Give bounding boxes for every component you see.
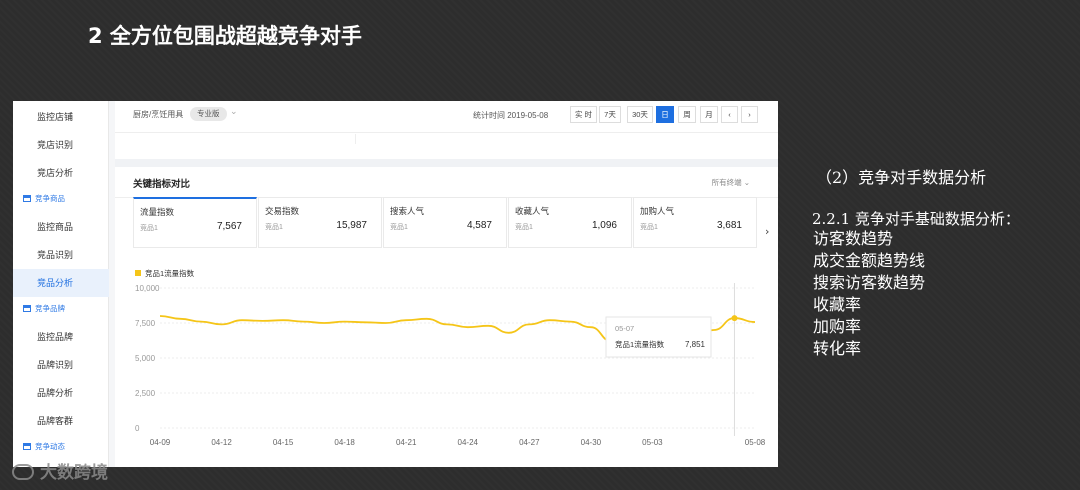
analysis-item: 转化率 — [813, 339, 862, 358]
section-gap — [115, 159, 778, 167]
y-tick-label: 5,000 — [135, 354, 156, 363]
x-tick-label: 04-09 — [150, 438, 171, 447]
sidebar-item-5[interactable]: 竞品识别 — [13, 241, 109, 269]
x-tick-label: 05-08 — [745, 438, 766, 447]
pro-version-tag[interactable]: 专业版 — [190, 107, 227, 121]
analysis-item: 收藏率 — [813, 295, 862, 314]
time-range-button[interactable]: 实 时 — [570, 106, 597, 123]
tooltip-point — [731, 315, 738, 322]
building-icon — [23, 305, 31, 312]
stat-time-label: 统计时间 2019-05-08 — [473, 111, 549, 120]
x-tick-label: 04-18 — [334, 438, 355, 447]
x-tick-label: 04-15 — [273, 438, 294, 447]
x-tick-label: 04-12 — [211, 438, 232, 447]
top-bar: 厨房/烹饪用具 专业版 ⌄ 统计时间 2019-05-08 实 时 7天 30天日周… — [115, 101, 778, 159]
analysis-item: 成交金额趋势线 — [813, 251, 926, 270]
analysis-item: 加购率 — [813, 317, 862, 336]
tooltip-series: 竞品1流量指数 — [615, 339, 665, 349]
sidebar-group-label: 竞争品牌 — [35, 304, 65, 313]
main-content: 厨房/烹饪用具 专业版 ⌄ 统计时间 2019-05-08 实 时 7天 30天日周… — [115, 101, 778, 467]
sidebar-item-0[interactable]: 监控店铺 — [13, 103, 109, 131]
time-range-button[interactable]: 30天 — [627, 106, 653, 123]
x-tick-label: 05-03 — [642, 438, 663, 447]
building-icon — [23, 443, 31, 450]
brand-logo-icon — [12, 464, 34, 480]
time-range-button[interactable]: ‹ — [721, 106, 738, 123]
legend-swatch — [135, 270, 141, 276]
sidebar-item-8[interactable]: 监控品牌 — [13, 323, 109, 351]
slide-title: 2 全方位包围战超越竞争对手 — [88, 24, 362, 48]
watermark-text: 大数跨境 — [40, 463, 108, 483]
sidebar-item-9[interactable]: 品牌识别 — [13, 351, 109, 379]
x-tick-label: 04-21 — [396, 438, 417, 447]
analysis-item: 访客数趋势 — [813, 229, 894, 248]
sidebar-item-11[interactable]: 品牌客群 — [13, 407, 109, 435]
building-icon — [23, 195, 31, 202]
traffic-line-chart: 竞品1流量指数 0 2,500 5,000 7,500 10,000 04-09 04-12 0… — [135, 268, 766, 447]
time-range-button[interactable]: 7天 — [599, 106, 621, 123]
sidebar-item-6[interactable]: 竞品分析 — [13, 269, 109, 297]
section-subtitle: （2）竞争对手数据分析 — [816, 168, 987, 187]
key-metrics-card: 关键指标对比 所有终端 ⌄ 流量指数 竞品1 7,567 交易指数 竞品1 15,987 搜… — [115, 167, 778, 467]
analysis-item: 搜索访客数趋势 — [813, 273, 926, 292]
chevron-down-icon[interactable]: ⌄ — [230, 107, 238, 117]
sidebar-group-label: 竞争商品 — [35, 194, 65, 203]
sidebar-group-7[interactable]: 竞争品牌 — [13, 299, 109, 319]
x-tick-label: 04-24 — [458, 438, 479, 447]
y-tick-label: 7,500 — [135, 319, 156, 328]
sidebar-group-label: 竞争动态 — [35, 442, 65, 451]
sidebar-group-12[interactable]: 竞争动态 — [13, 437, 109, 457]
sidebar-item-1[interactable]: 竞店识别 — [13, 131, 109, 159]
time-range-button[interactable]: 月 — [700, 106, 718, 123]
watermark: 大数跨境 — [12, 458, 108, 483]
sidebar-item-2[interactable]: 竞店分析 — [13, 159, 109, 187]
divider — [115, 132, 778, 133]
category-breadcrumb[interactable]: 厨房/烹饪用具 — [133, 109, 183, 120]
x-tick-label: 04-30 — [581, 438, 602, 447]
section-heading: 2.2.1 竞争对手基础数据分析： — [812, 210, 1020, 228]
tooltip-date: 05-07 — [615, 324, 634, 333]
time-range-button[interactable]: 周 — [678, 106, 696, 123]
divider — [355, 134, 356, 144]
legend-label: 竞品1流量指数 — [145, 268, 195, 278]
sidebar-item-10[interactable]: 品牌分析 — [13, 379, 109, 407]
time-range-button[interactable]: › — [741, 106, 758, 123]
sidebar-item-4[interactable]: 监控商品 — [13, 213, 109, 241]
y-tick-label: 0 — [135, 424, 140, 433]
y-tick-label: 2,500 — [135, 389, 156, 398]
time-range-button[interactable]: 日 — [656, 106, 674, 123]
sidebar-group-3[interactable]: 竞争商品 — [13, 189, 109, 209]
app-screenshot: 监控店铺 竞店识别 竞店分析竞争商品监控商品 竞品识别 竞品分析竞争品牌监控品牌 品牌识别… — [13, 101, 778, 467]
x-tick-label: 04-27 — [519, 438, 540, 447]
y-tick-label: 10,000 — [135, 284, 160, 293]
tooltip-box — [605, 316, 712, 358]
sidebar: 监控店铺 竞店识别 竞店分析竞争商品监控商品 竞品识别 竞品分析竞争品牌监控品牌 品牌识别… — [13, 101, 109, 467]
tooltip-value: 7,851 — [685, 340, 706, 349]
